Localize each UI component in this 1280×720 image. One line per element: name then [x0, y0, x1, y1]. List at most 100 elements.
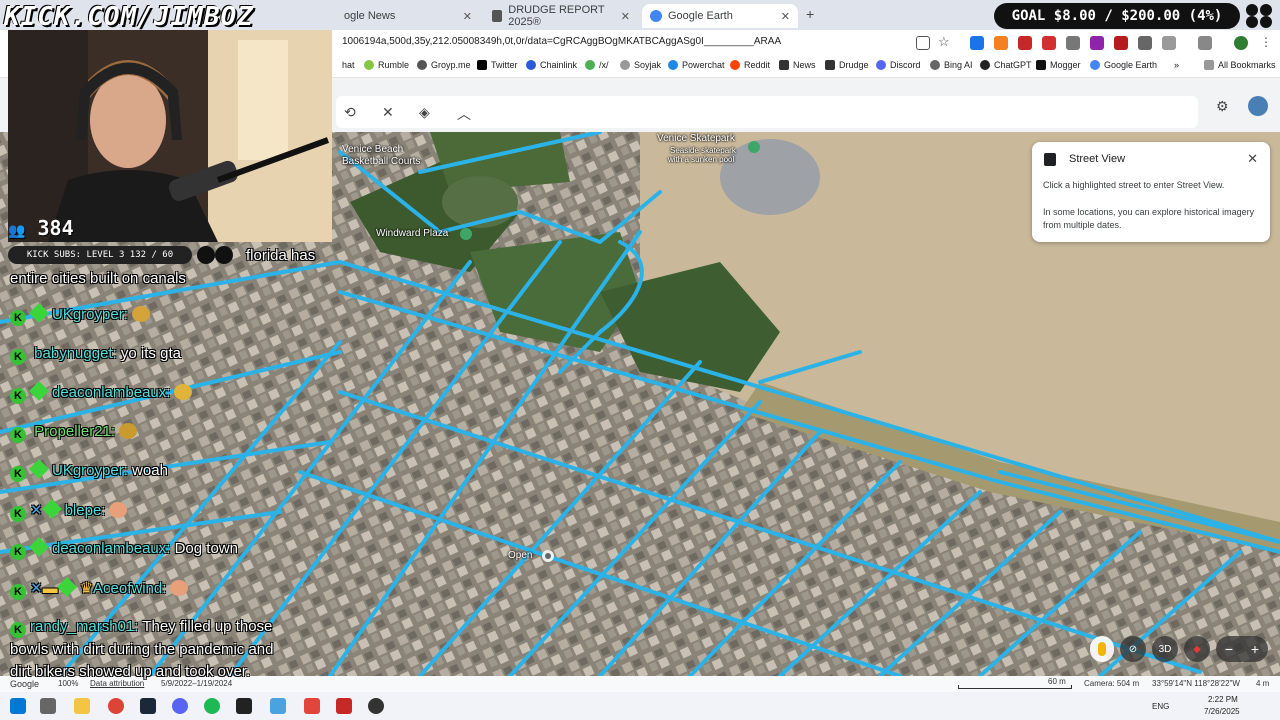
- menu-kebab-icon[interactable]: ⋮: [1260, 35, 1272, 49]
- bookmark-item[interactable]: Mogger: [1036, 60, 1081, 70]
- bookmark-item[interactable]: Reddit: [730, 60, 770, 70]
- bookmark-item[interactable]: Powerchat: [668, 60, 725, 70]
- zoom-in-button[interactable]: +: [1251, 641, 1259, 657]
- chat-username[interactable]: Aceofwind:: [93, 580, 166, 597]
- extension-icon[interactable]: [1066, 36, 1080, 50]
- spotify-icon[interactable]: [204, 698, 220, 714]
- chat-username[interactable]: deaconlambeaux:: [52, 384, 170, 401]
- bookmark-item[interactable]: News: [779, 60, 816, 70]
- steam-icon[interactable]: [140, 698, 156, 714]
- layers-icon[interactable]: ◈: [419, 104, 430, 121]
- file-explorer-icon[interactable]: [74, 698, 90, 714]
- compass-needle-icon: ◆: [1193, 643, 1201, 655]
- tab-news[interactable]: ogle News ✕: [336, 4, 480, 28]
- metamask-icon[interactable]: [994, 36, 1008, 50]
- street-view-title: Street View: [1069, 153, 1126, 165]
- language-indicator[interactable]: ENG: [1152, 702, 1169, 711]
- profile-avatar-icon[interactable]: [1234, 36, 1248, 50]
- bookmark-item[interactable]: Google Earth: [1090, 60, 1157, 70]
- chat-username[interactable]: UKgroyper:: [52, 462, 128, 479]
- extension-icon[interactable]: [970, 36, 984, 50]
- terminal-icon[interactable]: [236, 698, 252, 714]
- app-icon[interactable]: [270, 698, 286, 714]
- chat-username[interactable]: UKgroyper:: [52, 306, 128, 323]
- chat-username[interactable]: randy_marsh01:: [30, 618, 138, 635]
- bookmark-star-icon[interactable]: ☆: [938, 34, 950, 50]
- chevron-up-icon[interactable]: ︿: [457, 104, 471, 124]
- measure-icon[interactable]: ✕: [382, 104, 394, 121]
- google-logo: Google: [10, 679, 40, 689]
- map-label-open[interactable]: Open: [508, 550, 532, 561]
- app-icon[interactable]: [336, 698, 352, 714]
- chat-username[interactable]: babynugget:: [34, 345, 117, 362]
- bookmark-item[interactable]: Discord: [876, 60, 921, 70]
- puzzle-icon[interactable]: [1162, 36, 1176, 50]
- windows-start-icon[interactable]: [10, 698, 26, 714]
- extension-icon[interactable]: [1018, 36, 1032, 50]
- compass-icon[interactable]: ◆: [1184, 636, 1210, 662]
- zoom-level: 100%: [58, 679, 79, 688]
- close-tab-icon[interactable]: ✕: [463, 10, 472, 23]
- chat-username[interactable]: blepe:: [65, 502, 106, 519]
- install-icon[interactable]: [916, 36, 930, 50]
- obs-icon[interactable]: [368, 698, 384, 714]
- clock-time[interactable]: 2:22 PM: [1208, 695, 1238, 704]
- extension-icon[interactable]: [1138, 36, 1152, 50]
- bookmark-item[interactable]: ChatGPT: [980, 60, 1032, 70]
- url-field[interactable]: 1006194a,500d,35y,212.05008349h,0t,0r/da…: [342, 36, 781, 47]
- bookmark-item[interactable]: Chainlink: [526, 60, 577, 70]
- extension-icon[interactable]: [1042, 36, 1056, 50]
- bookmark-item[interactable]: Rumble: [364, 60, 409, 70]
- gear-icon[interactable]: ⚙: [1216, 98, 1229, 115]
- chat-username[interactable]: Propeller21:: [34, 423, 115, 440]
- bookmark-label: Soyjak: [634, 60, 662, 70]
- chat-message: Kdeaconlambeaux: Dog town: [10, 537, 238, 560]
- bookmark-item[interactable]: Soyjak: [620, 60, 661, 70]
- chat-message-continuation: entire cities built on canals: [10, 270, 186, 287]
- stream-brand: KICK.COM/JIMBOZ: [4, 2, 254, 32]
- app-icon[interactable]: [304, 698, 320, 714]
- viewer-count-value: 384: [37, 216, 74, 240]
- bookmark-item[interactable]: Drudge: [825, 60, 869, 70]
- map-label-venice-beach[interactable]: Venice Beach: [342, 144, 403, 155]
- discord-icon[interactable]: [172, 698, 188, 714]
- chat-username[interactable]: deaconlambeaux:: [52, 540, 170, 557]
- close-tab-icon[interactable]: ✕: [621, 10, 630, 23]
- bookmark-item[interactable]: Twitter: [477, 60, 518, 70]
- pegman-icon[interactable]: [1090, 636, 1114, 662]
- bookmark-item[interactable]: hat: [342, 60, 355, 70]
- gift-badge-icon: [56, 577, 77, 597]
- bookmark-item[interactable]: Groyp.me: [417, 60, 471, 70]
- 3d-toggle-button[interactable]: 3D: [1152, 636, 1178, 662]
- map-label-basketball[interactable]: Basketball Courts: [342, 156, 420, 167]
- map-label-windward[interactable]: Windward Plaza: [376, 228, 448, 239]
- imagery-dates[interactable]: 5/9/2022–1/19/2024: [161, 679, 232, 688]
- map-label-skatepark[interactable]: Venice Skatepark: [657, 133, 735, 144]
- zoom-out-button[interactable]: −: [1225, 641, 1233, 657]
- clock-date[interactable]: 7/26/2025: [1204, 707, 1240, 716]
- street-view-instructions: Click a highlighted street to enter Stre…: [1043, 180, 1225, 190]
- extension-icon[interactable]: [1090, 36, 1104, 50]
- tab-drudge[interactable]: DRUDGE REPORT 2025® ✕: [484, 4, 638, 28]
- bookmark-item[interactable]: Bing AI: [930, 60, 973, 70]
- task-view-icon[interactable]: [40, 698, 56, 714]
- reset-tilt-icon[interactable]: ⊘: [1120, 636, 1146, 662]
- tab-label: DRUDGE REPORT 2025®: [508, 4, 605, 28]
- history-icon[interactable]: ⟲: [344, 104, 356, 121]
- new-tab-icon[interactable]: +: [806, 6, 814, 22]
- chat-message: Kdeaconlambeaux:: [10, 381, 193, 404]
- close-icon[interactable]: ✕: [1247, 151, 1258, 167]
- chrome-icon[interactable]: [108, 698, 124, 714]
- close-tab-icon[interactable]: ✕: [781, 10, 790, 23]
- account-avatar[interactable]: [1248, 96, 1268, 116]
- more-bookmarks-icon[interactable]: »: [1174, 60, 1179, 70]
- gift-badge-icon: [41, 499, 62, 519]
- extension-icon[interactable]: [1114, 36, 1128, 50]
- tab-google-earth[interactable]: Google Earth ✕: [642, 4, 798, 28]
- sidebar-icon[interactable]: [1198, 36, 1212, 50]
- data-attribution-link[interactable]: Data attribution: [90, 679, 144, 688]
- bookmark-label: Chainlink: [540, 60, 578, 70]
- all-bookmarks[interactable]: All Bookmarks: [1204, 60, 1276, 70]
- drudge-favicon-icon: [492, 10, 503, 22]
- bookmark-item[interactable]: /x/: [585, 60, 609, 70]
